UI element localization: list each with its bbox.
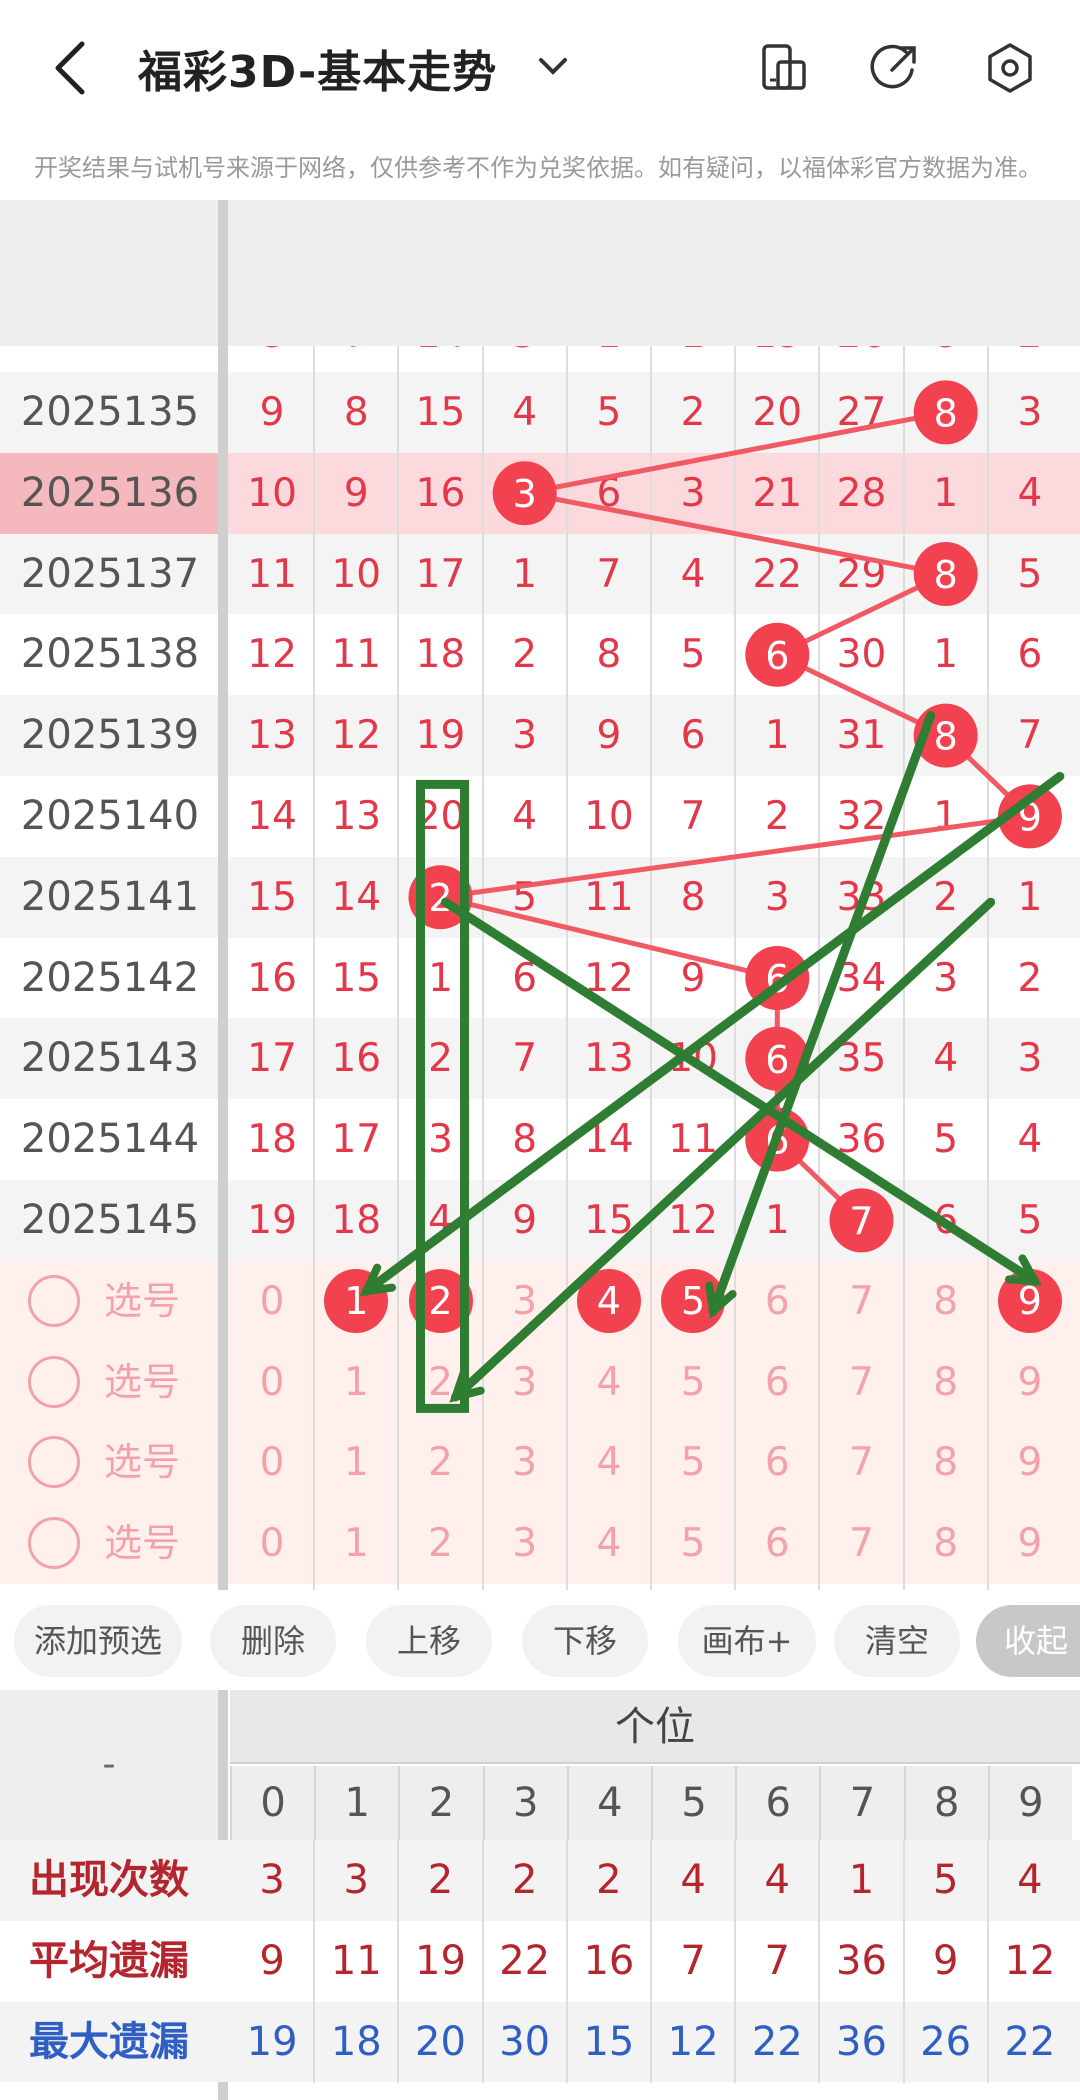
share-icon[interactable] bbox=[866, 40, 922, 96]
stats-cell: 7 bbox=[680, 1937, 706, 1984]
stats-cell: 20 bbox=[415, 2018, 466, 2065]
stats-cell: 4 bbox=[1017, 1857, 1043, 1903]
hit-ball-number: 8 bbox=[934, 391, 958, 435]
stats-vline bbox=[313, 1840, 316, 2083]
column-separator bbox=[218, 200, 228, 1590]
stats-column-header: 3 bbox=[482, 1766, 567, 1840]
stats-cell: 7 bbox=[764, 1937, 790, 1984]
stats-cell: 36 bbox=[836, 2018, 887, 2065]
annotation-stroke bbox=[451, 897, 996, 1402]
stats-cell: 36 bbox=[836, 1937, 887, 1984]
stats-cell: 22 bbox=[751, 2018, 803, 2065]
stats-column-header: 7 bbox=[819, 1766, 904, 1840]
stats-cell: 19 bbox=[246, 2018, 298, 2065]
stats-column-header: 4 bbox=[566, 1766, 651, 1840]
stats-cell: 12 bbox=[667, 2018, 719, 2065]
hit-ball-number: 6 bbox=[765, 1038, 789, 1082]
stats-cell: 4 bbox=[764, 1857, 790, 1903]
annotation-stroke bbox=[361, 771, 1065, 1296]
stats-vline bbox=[650, 1840, 652, 2083]
stats-row-label: 平均遗漏 bbox=[29, 1937, 189, 1984]
stats-cell: 16 bbox=[583, 1937, 635, 1984]
stats-column-header: 2 bbox=[398, 1766, 483, 1840]
stats-vline bbox=[902, 1840, 905, 2083]
toolbar: 添加预选 删除 上移 下移 画布+ 清空 收起 bbox=[0, 1590, 1080, 1690]
stats-cell: 9 bbox=[259, 1937, 285, 1984]
toolbar-button-6[interactable]: 收起 bbox=[976, 1605, 1080, 1677]
stats-cell: 22 bbox=[1004, 2018, 1056, 2065]
stats-cell: 11 bbox=[330, 1937, 382, 1984]
trend-overlay: 83868926667 bbox=[359, 380, 1065, 1413]
stats-vline bbox=[397, 1840, 400, 2083]
stats-cell: 19 bbox=[415, 1937, 466, 1984]
toolbar-button-5[interactable]: 清空 bbox=[834, 1605, 960, 1677]
hit-ball-number: 6 bbox=[765, 634, 789, 678]
trend-line bbox=[439, 409, 1036, 1223]
stats-vline bbox=[818, 1840, 821, 2083]
stats-column-header: 6 bbox=[735, 1766, 820, 1840]
statistics-table: - 个位 0 1 2 3 4 5 6 7 8 9 出现次数 3 3 2 2 2 4 4 1 5 4 平均遗漏 9 11 19 22… bbox=[0, 1690, 1080, 2100]
stats-cell: 2 bbox=[427, 1857, 454, 1903]
stats-vline bbox=[565, 1840, 568, 2083]
app-header: 福彩3D-基本走势 开奖结果与试机号来源于网络，仅供参考不作为兑奖依据。如有疑问… bbox=[0, 0, 1080, 200]
stats-group-header: 个位 bbox=[230, 1690, 1080, 1764]
stats-column-header: 1 bbox=[314, 1766, 399, 1840]
hit-ball-number: 8 bbox=[934, 553, 958, 597]
stats-vline bbox=[734, 1840, 737, 2083]
stats-cell: 26 bbox=[920, 2018, 972, 2065]
hit-ball-number: 8 bbox=[934, 715, 958, 759]
stats-cell: 1 bbox=[848, 1857, 875, 1903]
hit-ball-number: 3 bbox=[513, 472, 537, 516]
stats-column-header: 8 bbox=[903, 1766, 988, 1840]
stats-cell: 15 bbox=[583, 2018, 635, 2065]
chevron-down-icon[interactable] bbox=[535, 52, 571, 82]
page-title[interactable]: 福彩3D-基本走势 bbox=[138, 36, 497, 100]
toolbar-button-3[interactable]: 下移 bbox=[522, 1605, 648, 1677]
stats-cell: 2 bbox=[511, 1857, 538, 1903]
settings-gear-icon[interactable] bbox=[982, 40, 1038, 96]
stats-cell: 4 bbox=[680, 1857, 706, 1903]
stats-column-header: 9 bbox=[987, 1766, 1072, 1840]
toolbar-button-4[interactable]: 画布+ bbox=[678, 1605, 816, 1677]
trend-chart-table[interactable]: 期次 个位 0123456789 87145111926822025135981… bbox=[0, 200, 1080, 1590]
stats-row-label: 出现次数 bbox=[29, 1857, 189, 1903]
stats-row-label: 最大遗漏 bbox=[29, 2018, 189, 2065]
phone-device-icon[interactable] bbox=[756, 40, 812, 96]
stats-vline bbox=[481, 1840, 484, 2083]
disclaimer-text: 开奖结果与试机号来源于网络，仅供参考不作为兑奖依据。如有疑问，以福体彩官方数据为… bbox=[34, 154, 1042, 182]
stats-cell: 18 bbox=[330, 2018, 382, 2065]
stats-header-left: - bbox=[0, 1690, 218, 1840]
toolbar-button-0[interactable]: 添加预选 bbox=[14, 1605, 182, 1677]
stats-left-header: - bbox=[102, 1744, 116, 1785]
stats-cell: 12 bbox=[1004, 1937, 1056, 1984]
stats-cell: 30 bbox=[499, 2018, 551, 2065]
stats-cell: 3 bbox=[259, 1857, 285, 1903]
stats-cell: 3 bbox=[343, 1857, 369, 1903]
toolbar-button-1[interactable]: 删除 bbox=[210, 1605, 336, 1677]
stats-column-header: 0 bbox=[230, 1766, 315, 1840]
toolbar-button-2[interactable]: 上移 bbox=[366, 1605, 492, 1677]
stats-cell: 5 bbox=[932, 1857, 959, 1903]
hit-ball-number: 7 bbox=[849, 1199, 873, 1243]
stats-cell: 22 bbox=[499, 1937, 551, 1984]
hit-ball-number: 2 bbox=[428, 876, 452, 920]
stats-column-header: 5 bbox=[651, 1766, 736, 1840]
stats-vline bbox=[986, 1840, 989, 2083]
stats-cell: 9 bbox=[932, 1937, 959, 1984]
stats-cell: 2 bbox=[596, 1857, 622, 1903]
back-arrow-icon[interactable] bbox=[50, 38, 94, 98]
